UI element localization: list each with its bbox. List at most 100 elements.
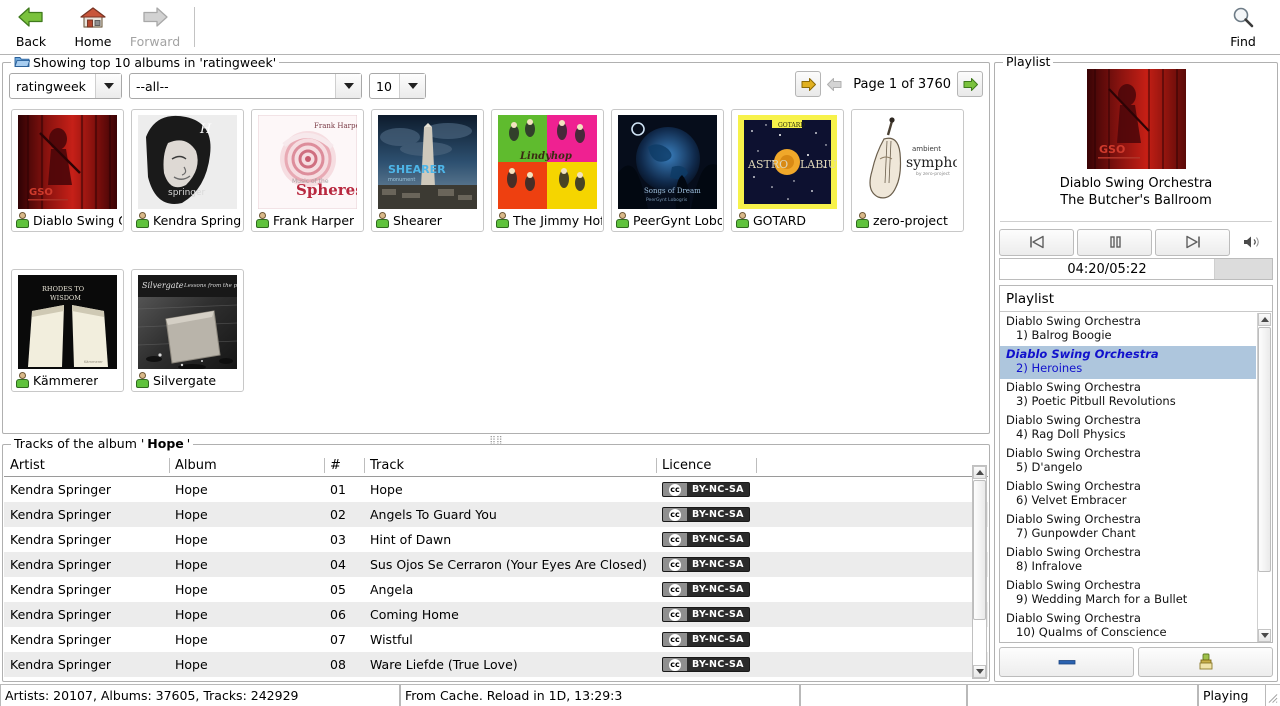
creative-commons-badge[interactable]: ccBY-NC-SA xyxy=(662,632,750,647)
scroll-up-icon[interactable] xyxy=(973,466,986,479)
list-item[interactable]: Diablo Swing Orchestra2) Heroines xyxy=(1000,346,1256,379)
album-card[interactable]: Songs of Dream PeerGynt LobogrisPeerGynt… xyxy=(611,109,724,232)
album-cover-art[interactable]: Songs of Dream PeerGynt Lobogris xyxy=(618,115,717,209)
now-playing-info: Diablo Swing Orchestra The Butcher's Bal… xyxy=(995,175,1277,209)
save-playlist-button[interactable] xyxy=(1138,647,1273,677)
album-caption: GOTARD xyxy=(733,209,842,231)
table-row[interactable]: Kendra SpringerHope06Coming HomeccBY-NC-… xyxy=(4,602,988,627)
column-header-artist[interactable]: Artist xyxy=(4,455,169,476)
table-row[interactable]: Kendra SpringerHope08Ware Liefde (True L… xyxy=(4,652,988,677)
creative-commons-badge[interactable]: ccBY-NC-SA xyxy=(662,582,750,597)
next-track-button[interactable] xyxy=(1155,229,1230,256)
creative-commons-badge[interactable]: ccBY-NC-SA xyxy=(662,657,750,672)
cell-licence[interactable]: ccBY-NC-SA xyxy=(656,477,756,502)
list-item[interactable]: Diablo Swing Orchestra6) Velvet Embracer xyxy=(1000,478,1256,511)
album-cover-art[interactable]: GSO xyxy=(18,115,117,209)
scrollbar-thumb[interactable] xyxy=(1258,327,1271,572)
tracks-table: Artist Album # Track Licence Kendra Spri… xyxy=(4,455,988,680)
seek-bar[interactable]: 04:20/05:22 xyxy=(999,258,1273,280)
scroll-down-icon[interactable] xyxy=(1258,629,1271,642)
forward-button[interactable]: Forward xyxy=(124,1,186,53)
cell-number: 02 xyxy=(324,502,364,527)
album-cover-art[interactable]: Silvergate Lessons from the past xyxy=(138,275,237,369)
album-cover-art[interactable]: H springer xyxy=(138,115,237,209)
list-item[interactable]: Diablo Swing Orchestra5) D'angelo xyxy=(1000,445,1256,478)
list-item[interactable]: Diablo Swing Orchestra10) Qualms of Cons… xyxy=(1000,610,1256,642)
album-cover-art[interactable]: Lindyhop xyxy=(498,115,597,209)
table-row[interactable]: Kendra SpringerHope01HopeccBY-NC-SA xyxy=(4,477,988,502)
column-header-track[interactable]: Track xyxy=(364,455,656,476)
pause-button[interactable] xyxy=(1077,229,1152,256)
list-item[interactable]: Diablo Swing Orchestra1) Balrog Boogie xyxy=(1000,313,1256,346)
scrollbar-thumb[interactable] xyxy=(973,480,986,620)
creative-commons-badge[interactable]: ccBY-NC-SA xyxy=(662,532,750,547)
album-cover-art[interactable]: RHODES TO WISDOM Kämmerer xyxy=(18,275,117,369)
tracks-scrollbar[interactable] xyxy=(972,465,987,679)
find-button[interactable]: Find xyxy=(1212,1,1274,53)
list-item[interactable]: Diablo Swing Orchestra4) Rag Doll Physic… xyxy=(1000,412,1256,445)
previous-page-button[interactable] xyxy=(821,71,847,97)
creative-commons-badge[interactable]: ccBY-NC-SA xyxy=(662,507,750,522)
cell-licence[interactable]: ccBY-NC-SA xyxy=(656,627,756,652)
previous-track-button[interactable] xyxy=(999,229,1074,256)
album-card[interactable]: Silvergate Lessons from the past Silverg… xyxy=(131,269,244,392)
cell-licence[interactable]: ccBY-NC-SA xyxy=(656,552,756,577)
column-header-number[interactable]: # xyxy=(324,455,364,476)
list-item[interactable]: Diablo Swing Orchestra8) Infralove xyxy=(1000,544,1256,577)
album-card[interactable]: Frank Harper Spheres Music of theFrank H… xyxy=(251,109,364,232)
volume-button[interactable] xyxy=(1233,229,1273,256)
chevron-down-icon[interactable] xyxy=(95,74,121,98)
album-cover-art[interactable]: ambient symphony by zero-project xyxy=(858,115,957,209)
cell-artist: Kendra Springer xyxy=(4,627,169,652)
creative-commons-badge[interactable]: ccBY-NC-SA xyxy=(662,557,750,572)
back-button[interactable]: Back xyxy=(0,1,62,53)
album-caption: Frank Harper xyxy=(253,209,362,231)
table-row[interactable]: Kendra SpringerHope03Hint of DawnccBY-NC… xyxy=(4,527,988,552)
album-card[interactable]: GSO Diablo Swing O xyxy=(11,109,124,232)
creative-commons-badge[interactable]: ccBY-NC-SA xyxy=(662,607,750,622)
table-row[interactable]: Kendra SpringerHope05AngelaccBY-NC-SA xyxy=(4,577,988,602)
column-header-licence[interactable]: Licence xyxy=(656,455,756,476)
scroll-up-icon[interactable] xyxy=(1258,313,1271,326)
reload-page-button[interactable] xyxy=(795,71,821,97)
cell-licence[interactable]: ccBY-NC-SA xyxy=(656,502,756,527)
resize-grip-icon[interactable] xyxy=(1266,685,1280,706)
now-playing-cover[interactable]: GSO xyxy=(1087,69,1186,169)
cell-extra xyxy=(756,552,988,577)
album-card[interactable]: H springerKendra Springe xyxy=(131,109,244,232)
cell-licence[interactable]: ccBY-NC-SA xyxy=(656,527,756,552)
home-button[interactable]: Home xyxy=(62,1,124,53)
next-page-button[interactable] xyxy=(957,71,983,97)
album-cover-art[interactable]: SHEARER monument xyxy=(378,115,477,209)
column-header-extra[interactable] xyxy=(756,455,988,476)
scroll-down-icon[interactable] xyxy=(973,665,986,678)
clear-playlist-button[interactable] xyxy=(999,647,1134,677)
cc-icon: cc xyxy=(663,482,687,497)
playlist-scrollbar[interactable] xyxy=(1257,313,1272,642)
cell-licence[interactable]: ccBY-NC-SA xyxy=(656,652,756,677)
table-row[interactable]: Kendra SpringerHope04Sus Ojos Se Cerraro… xyxy=(4,552,988,577)
playlist-item-artist: Diablo Swing Orchestra xyxy=(1006,347,1256,361)
chevron-down-icon[interactable] xyxy=(335,74,361,98)
table-row[interactable]: Kendra SpringerHope02Angels To Guard You… xyxy=(4,502,988,527)
cell-licence[interactable]: ccBY-NC-SA xyxy=(656,577,756,602)
column-header-album[interactable]: Album xyxy=(169,455,324,476)
chevron-down-icon[interactable] xyxy=(399,74,425,98)
sort-order-select[interactable]: ratingweek xyxy=(9,73,122,99)
album-cover-art[interactable]: GOTARD ASTRO LABIUM xyxy=(738,115,837,209)
album-cover-art[interactable]: Frank Harper Spheres Music of the xyxy=(258,115,357,209)
table-row[interactable]: Kendra SpringerHope07WistfulccBY-NC-SA xyxy=(4,627,988,652)
result-count-select[interactable]: 10 xyxy=(369,73,426,99)
cell-artist: Kendra Springer xyxy=(4,577,169,602)
list-item[interactable]: Diablo Swing Orchestra9) Wedding March f… xyxy=(1000,577,1256,610)
genre-filter-select[interactable]: --all-- xyxy=(129,73,362,99)
album-card[interactable]: LindyhopThe Jimmy Hof xyxy=(491,109,604,232)
creative-commons-badge[interactable]: ccBY-NC-SA xyxy=(662,482,750,497)
album-card[interactable]: GOTARD ASTRO LABIUMGOTARD xyxy=(731,109,844,232)
album-card[interactable]: ambient symphony by zero-projectzero-pro… xyxy=(851,109,964,232)
album-card[interactable]: SHEARER monumentShearer xyxy=(371,109,484,232)
list-item[interactable]: Diablo Swing Orchestra3) Poetic Pitbull … xyxy=(1000,379,1256,412)
cell-licence[interactable]: ccBY-NC-SA xyxy=(656,602,756,627)
album-card[interactable]: RHODES TO WISDOM KämmererKämmerer xyxy=(11,269,124,392)
list-item[interactable]: Diablo Swing Orchestra7) Gunpowder Chant xyxy=(1000,511,1256,544)
